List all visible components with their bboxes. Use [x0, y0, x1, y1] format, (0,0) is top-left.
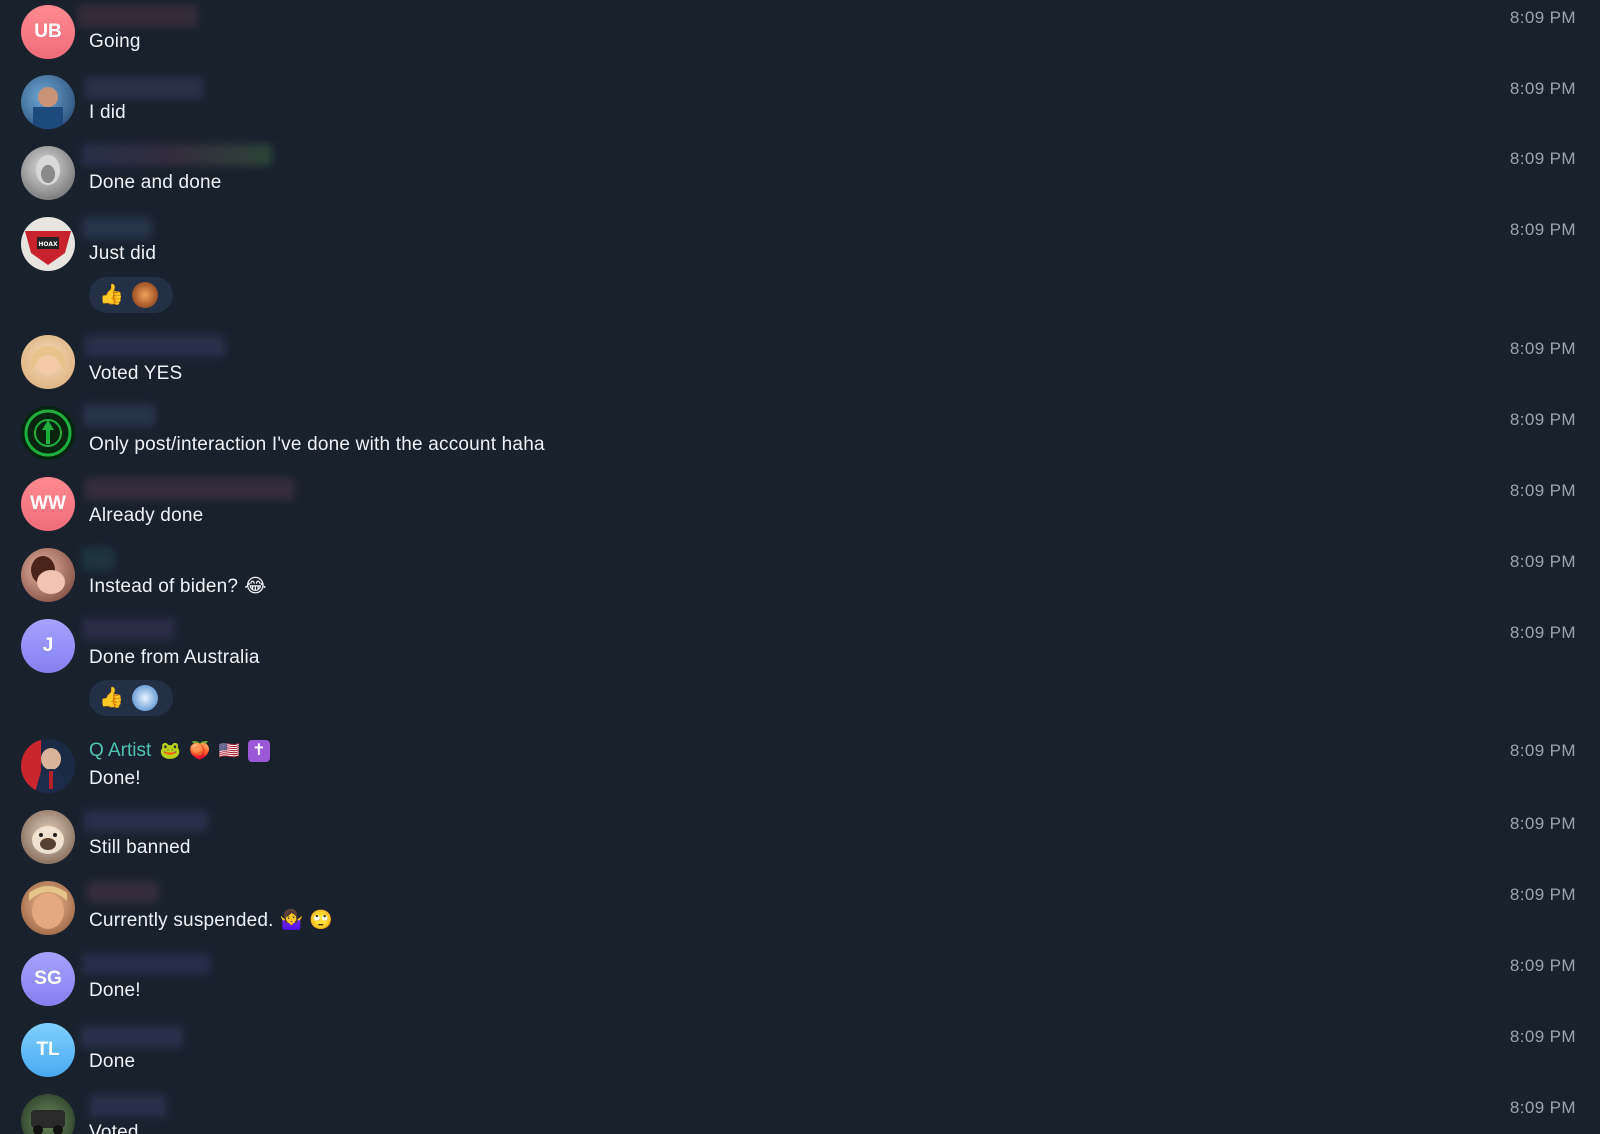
sender-name-blurred[interactable] [82, 953, 210, 975]
sender-name-blurred[interactable] [82, 548, 114, 570]
message-text: Just did [89, 243, 157, 264]
sender-name-blurred[interactable] [82, 144, 272, 166]
avatar[interactable]: WW [21, 477, 75, 531]
photo-avatar-icon [36, 155, 60, 185]
message-text: Done from Australia [89, 647, 260, 668]
message-time: 8:09 PM [1509, 1027, 1576, 1046]
message-text: Voted [89, 1122, 139, 1134]
photo-avatar-icon [33, 87, 63, 129]
sender-name-blurred[interactable] [84, 810, 208, 832]
message-text: Already done [89, 505, 204, 526]
message-text: Currently suspended. 🤷‍♀️ 🙄 [89, 908, 333, 932]
avatar[interactable]: SG [21, 952, 75, 1006]
laughing-emoji-icon: 😂 [244, 576, 267, 597]
shrug-eyeroll-emoji-icon: 🤷‍♀️ 🙄 [279, 910, 333, 931]
photo-avatar-icon [31, 1110, 65, 1134]
sender-name-blurred[interactable] [83, 618, 175, 640]
message-time: 8:09 PM [1509, 481, 1576, 500]
message-time: 8:09 PM [1509, 814, 1576, 833]
thumbs-up-reaction-icon[interactable]: 👍 [99, 285, 124, 305]
message-text: Instead of biden? 😂 [89, 575, 267, 598]
message-text: Done! [89, 980, 141, 1001]
sender-name-blurred[interactable] [85, 478, 295, 500]
photo-avatar-icon [31, 556, 65, 594]
avatar[interactable] [21, 881, 75, 935]
reactions-bar[interactable]: 👍 [89, 277, 173, 313]
us-flag-emoji-icon: 🇺🇸 [218, 741, 240, 760]
sender-name-blurred[interactable] [82, 217, 152, 239]
svg-text:HOAX: HOAX [38, 241, 58, 248]
avatar-initials: J [42, 635, 54, 656]
green-seal-avatar-icon [24, 409, 72, 457]
sender-name-blurred[interactable] [81, 1026, 183, 1048]
message-time: 8:09 PM [1509, 8, 1576, 27]
message-time: 8:09 PM [1509, 1098, 1576, 1117]
message-time: 8:09 PM [1509, 885, 1576, 904]
hoax-mask-avatar-icon: HOAX [25, 231, 71, 265]
avatar[interactable]: TL [21, 1023, 75, 1077]
avatar-initials: SG [34, 968, 62, 989]
chat-message-list[interactable]: UB Going 8:09 PM I did 8:09 PM Done and … [0, 0, 1600, 1134]
avatar-initials: TL [36, 1039, 60, 1060]
reactor-avatar-icon [131, 685, 158, 711]
message-text: I did [89, 102, 126, 123]
avatar-initials: WW [30, 493, 66, 514]
avatar[interactable] [21, 335, 75, 389]
sender-name[interactable]: Q Artist 🐸 🍑 🇺🇸 ✝ [89, 740, 270, 762]
message-text: Still banned [89, 837, 191, 858]
message-text: Voted YES [89, 363, 183, 384]
message-time: 8:09 PM [1509, 339, 1576, 358]
avatar[interactable]: UB [21, 5, 75, 59]
reactions-bar[interactable]: 👍 [89, 680, 173, 716]
bulldog-avatar-icon [32, 826, 64, 854]
sender-name-blurred[interactable] [85, 335, 225, 357]
avatar[interactable] [21, 406, 75, 460]
sender-name-text[interactable]: Q Artist [89, 740, 151, 761]
avatar[interactable] [21, 548, 75, 602]
cross-emoji-icon: ✝ [247, 740, 270, 762]
message-time: 8:09 PM [1509, 741, 1576, 760]
message-text-content: Instead of biden? [89, 576, 239, 597]
message-text: Going [89, 31, 141, 52]
message-text: Only post/interaction I've done with the… [89, 434, 545, 455]
message-text-content: Currently suspended. [89, 910, 274, 931]
avatar[interactable]: J [21, 619, 75, 673]
message-time: 8:09 PM [1509, 220, 1576, 239]
thumbs-up-reaction-icon[interactable]: 👍 [99, 688, 124, 708]
sender-name-blurred[interactable] [87, 881, 159, 903]
avatar-initials: UB [34, 21, 62, 42]
sender-name-blurred[interactable] [85, 77, 203, 99]
avatar[interactable] [21, 146, 75, 200]
photo-avatar-icon [29, 886, 67, 929]
message-time: 8:09 PM [1509, 623, 1576, 642]
message-time: 8:09 PM [1509, 149, 1576, 168]
reactor-avatar-icon [131, 282, 158, 308]
message-time: 8:09 PM [1509, 79, 1576, 98]
peach-emoji-icon: 🍑 [189, 741, 211, 760]
avatar[interactable] [21, 1094, 75, 1134]
portrait-avatar-icon [21, 739, 67, 793]
sender-name-blurred[interactable] [83, 404, 155, 426]
message-text: Done! [89, 768, 141, 789]
avatar[interactable] [21, 739, 75, 793]
sender-name-blurred[interactable] [89, 1095, 167, 1117]
avatar[interactable] [21, 75, 75, 129]
avatar[interactable] [21, 810, 75, 864]
sender-name-blurred[interactable] [78, 5, 198, 27]
avatar[interactable]: HOAX [21, 217, 75, 271]
message-time: 8:09 PM [1509, 956, 1576, 975]
photo-avatar-icon [31, 346, 65, 375]
message-time: 8:09 PM [1509, 410, 1576, 429]
message-time: 8:09 PM [1509, 552, 1576, 571]
message-text: Done and done [89, 172, 222, 193]
message-text: Done [89, 1051, 136, 1072]
frog-emoji-icon: 🐸 [159, 741, 181, 760]
